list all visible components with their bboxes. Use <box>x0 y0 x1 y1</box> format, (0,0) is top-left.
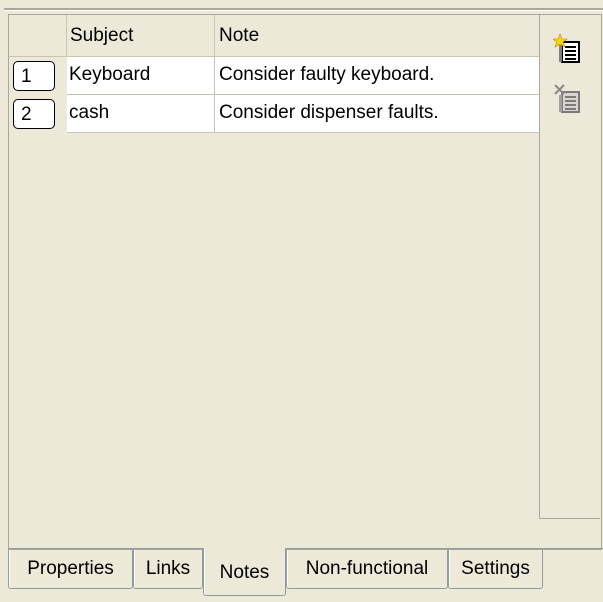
tab-links[interactable]: Links <box>133 550 203 589</box>
column-header-note[interactable]: Note <box>215 15 539 57</box>
row-number[interactable]: 2 <box>13 99 55 129</box>
note-cell[interactable]: Consider faulty keyboard. <box>215 57 539 95</box>
notes-panel-window: Subject Note 1 Keyboard Consider faulty … <box>0 0 603 602</box>
notes-toolbar <box>539 15 600 519</box>
delete-note-icon <box>554 84 580 113</box>
delete-note-button[interactable] <box>553 83 587 117</box>
subject-cell[interactable]: Keyboard <box>67 57 215 95</box>
add-note-icon <box>552 33 580 63</box>
row-number-cell: 2 <box>9 95 67 133</box>
row-number-cell: 1 <box>9 57 67 95</box>
row-number[interactable]: 1 <box>13 61 55 91</box>
top-divider-highlight <box>4 10 603 11</box>
tab-notes[interactable]: Notes <box>203 548 286 596</box>
table-row[interactable]: 1 Keyboard Consider faulty keyboard. <box>9 57 539 95</box>
note-cell[interactable]: Consider dispenser faults. <box>215 95 539 133</box>
column-header-subject[interactable]: Subject <box>67 15 215 57</box>
tab-non-functional[interactable]: Non-functional <box>286 550 448 589</box>
table-row[interactable]: 2 cash Consider dispenser faults. <box>9 95 539 133</box>
subject-cell[interactable]: cash <box>67 95 215 133</box>
tab-properties[interactable]: Properties <box>8 550 133 589</box>
add-note-button[interactable] <box>552 33 587 67</box>
tab-bar-baseline <box>8 548 603 549</box>
tab-settings[interactable]: Settings <box>448 550 543 589</box>
row-number-header <box>9 15 67 57</box>
bottom-tab-bar: Properties Links Notes Non-functional Se… <box>8 548 603 602</box>
notes-grid: Subject Note 1 Keyboard Consider faulty … <box>9 15 539 548</box>
